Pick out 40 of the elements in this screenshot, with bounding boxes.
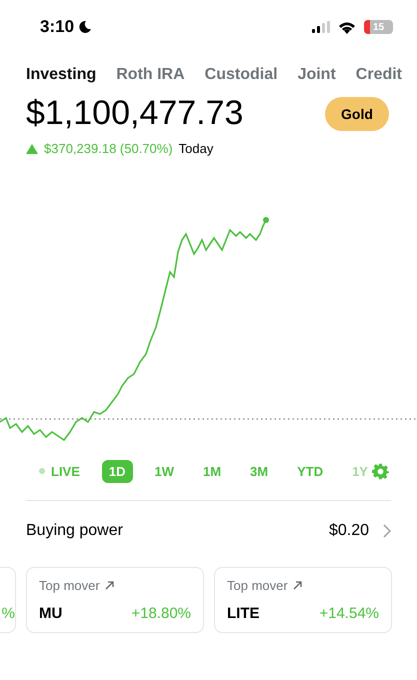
time-range-button[interactable]: YTD	[290, 460, 330, 482]
battery-icon: 15	[364, 20, 393, 34]
card-title: Top mover	[39, 578, 100, 593]
time-range-button[interactable]: 1D	[102, 460, 133, 482]
live-button[interactable]: LIVE	[32, 460, 87, 482]
time-range-button[interactable]: 1M	[196, 460, 228, 482]
current-point-dot	[263, 217, 269, 223]
buying-power-row[interactable]: Buying power $0.20	[0, 501, 417, 561]
account-tab[interactable]: Joint	[298, 62, 336, 88]
account-tab[interactable]: Credit	[356, 62, 402, 88]
change-period: Today	[178, 141, 214, 156]
stock-symbol: LITE	[227, 605, 260, 622]
account-tab[interactable]: Roth IRA	[116, 62, 185, 88]
change-amount: $370,239.18 (50.70%)	[44, 141, 173, 156]
account-tab[interactable]: Custodial	[204, 62, 278, 88]
stock-symbol: MU	[39, 605, 62, 622]
buying-power-value: $0.20	[328, 522, 369, 540]
percent-change: +14.54%	[319, 605, 379, 622]
wifi-icon	[338, 20, 356, 34]
status-time: 3:10	[40, 17, 74, 37]
buying-power-label: Buying power	[26, 522, 124, 540]
settings-icon[interactable]	[372, 462, 389, 480]
arrow-up-right-icon	[104, 581, 114, 590]
time-range-button[interactable]: 1W	[148, 460, 181, 482]
arrow-up-right-icon	[292, 581, 302, 590]
moon-icon	[78, 20, 92, 34]
signal-icon	[312, 21, 330, 33]
portfolio-value: $1,100,477.73	[26, 94, 244, 133]
membership-button[interactable]: Gold	[325, 96, 389, 130]
live-dot-icon	[39, 468, 45, 474]
mover-card[interactable]: Top mover LITE +14.54%	[214, 567, 392, 633]
percent-change: +18.80%	[131, 605, 191, 622]
account-tab[interactable]: Investing	[26, 62, 96, 88]
up-triangle-icon	[26, 144, 38, 154]
chevron-right-icon	[383, 524, 391, 538]
mover-card[interactable]: Top mover MU +18.80%	[26, 567, 204, 633]
card-title: Top mover	[227, 578, 288, 593]
mover-card[interactable]: %	[0, 567, 16, 633]
percent-change: %	[2, 605, 15, 622]
time-range-button[interactable]: 3M	[243, 460, 276, 482]
